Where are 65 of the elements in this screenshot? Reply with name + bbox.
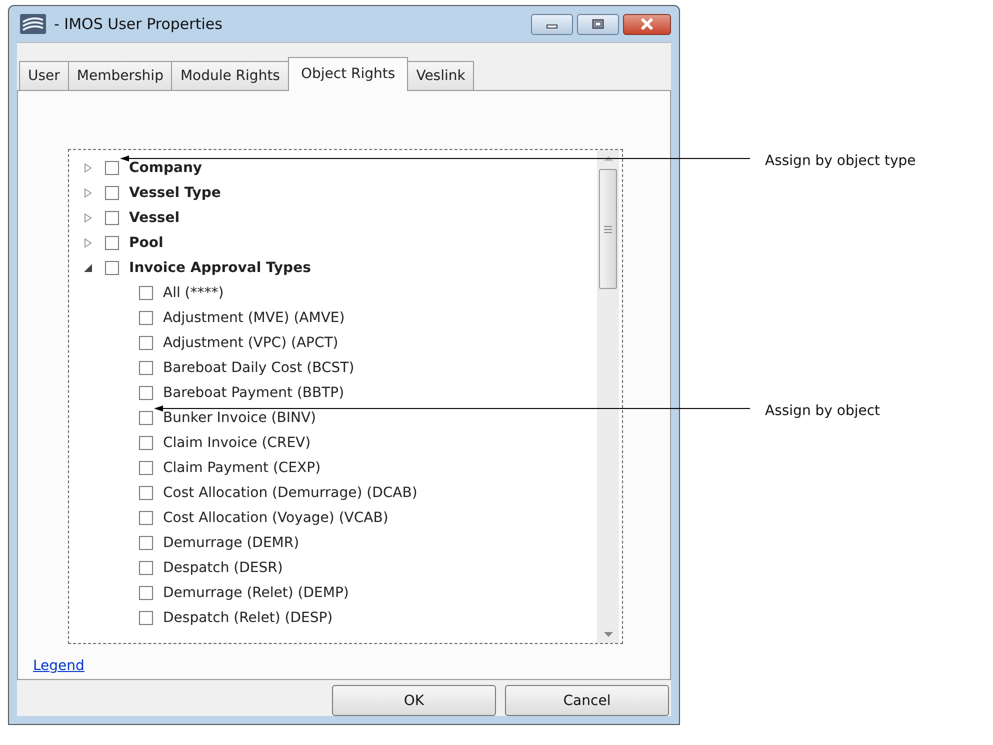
- tree-item-label[interactable]: Claim Payment (CEXP): [163, 460, 321, 476]
- tree-item-label[interactable]: Bareboat Payment (BBTP): [163, 384, 344, 400]
- tab[interactable]: Object Rights: [288, 57, 408, 91]
- tree-item-label[interactable]: Company: [129, 160, 202, 176]
- tree-item-label[interactable]: Adjustment (VPC) (APCT): [163, 334, 338, 350]
- tree-item-label[interactable]: Despatch (DESR): [163, 560, 283, 576]
- grip-lines-icon: [604, 226, 612, 232]
- checkbox[interactable]: [105, 186, 119, 200]
- checkbox[interactable]: [139, 536, 153, 550]
- expand-triangle-icon[interactable]: [83, 188, 93, 198]
- checkbox[interactable]: [139, 286, 153, 300]
- tree-item-label[interactable]: Demurrage (DEMR): [163, 534, 300, 550]
- checkbox[interactable]: [139, 410, 153, 424]
- checkbox[interactable]: [139, 336, 153, 350]
- tree-item-label[interactable]: All (****): [163, 284, 224, 300]
- dialog-button[interactable]: Cancel: [505, 685, 669, 716]
- checkbox[interactable]: [139, 310, 153, 324]
- scrollbar-thumb[interactable]: [599, 169, 617, 289]
- tree-item-label[interactable]: Claim Invoice (CREV): [163, 434, 311, 450]
- app-logo-icon: [20, 14, 46, 34]
- annotation-label: Assign by object type: [765, 152, 916, 168]
- tree-item-label[interactable]: Bunker Invoice (BINV): [163, 410, 316, 426]
- tree-item-label[interactable]: Demurrage (Relet) (DEMP): [163, 584, 349, 600]
- checkbox[interactable]: [139, 560, 153, 574]
- tree-item-label[interactable]: Despatch (Relet) (DESP): [163, 610, 333, 626]
- tree-item-label[interactable]: Adjustment (MVE) (AMVE): [163, 310, 345, 326]
- tree-item-label[interactable]: Invoice Approval Types: [129, 260, 311, 276]
- checkbox[interactable]: [139, 360, 153, 374]
- vertical-scrollbar[interactable]: [597, 150, 619, 643]
- checkbox[interactable]: [139, 386, 153, 400]
- expand-triangle-icon[interactable]: [83, 162, 93, 172]
- tree-item-label[interactable]: Pool: [129, 234, 164, 250]
- checkbox[interactable]: [139, 460, 153, 474]
- collapse-triangle-icon[interactable]: [83, 262, 93, 272]
- tree-item-label[interactable]: Bareboat Daily Cost (BCST): [163, 360, 354, 376]
- scroll-up-arrow-icon: [604, 156, 612, 161]
- checkbox[interactable]: [105, 260, 119, 274]
- expand-triangle-icon[interactable]: [83, 238, 93, 248]
- scroll-down-arrow-icon: [604, 632, 612, 637]
- tree-item-label[interactable]: Vessel: [129, 210, 180, 226]
- annotation-label: Assign by object: [765, 402, 880, 418]
- minimize-button[interactable]: [531, 14, 573, 34]
- window-title: - IMOS User Properties: [54, 15, 222, 33]
- checkbox[interactable]: [105, 160, 119, 174]
- checkbox[interactable]: [105, 210, 119, 224]
- checkbox[interactable]: [139, 510, 153, 524]
- checkbox[interactable]: [139, 486, 153, 500]
- tree-item-label[interactable]: Cost Allocation (Demurrage) (DCAB): [163, 484, 418, 500]
- checkbox[interactable]: [139, 610, 153, 624]
- tree-item-label[interactable]: Vessel Type: [129, 184, 221, 200]
- dialog-button[interactable]: OK: [332, 685, 496, 716]
- checkbox[interactable]: [105, 236, 119, 250]
- checkbox[interactable]: [139, 436, 153, 450]
- expand-triangle-icon[interactable]: [83, 212, 93, 222]
- tab[interactable]: Membership: [68, 61, 172, 90]
- legend-link[interactable]: Legend: [33, 658, 84, 674]
- tab[interactable]: Module Rights: [171, 61, 289, 90]
- maximize-icon: [592, 19, 604, 29]
- close-button[interactable]: [623, 14, 671, 34]
- close-icon: [640, 18, 654, 30]
- checkbox[interactable]: [139, 586, 153, 600]
- maximize-button[interactable]: [577, 14, 619, 34]
- tab[interactable]: Veslink: [407, 61, 474, 90]
- tree-item-label[interactable]: Cost Allocation (Voyage) (VCAB): [163, 510, 388, 526]
- tab[interactable]: User: [19, 61, 69, 90]
